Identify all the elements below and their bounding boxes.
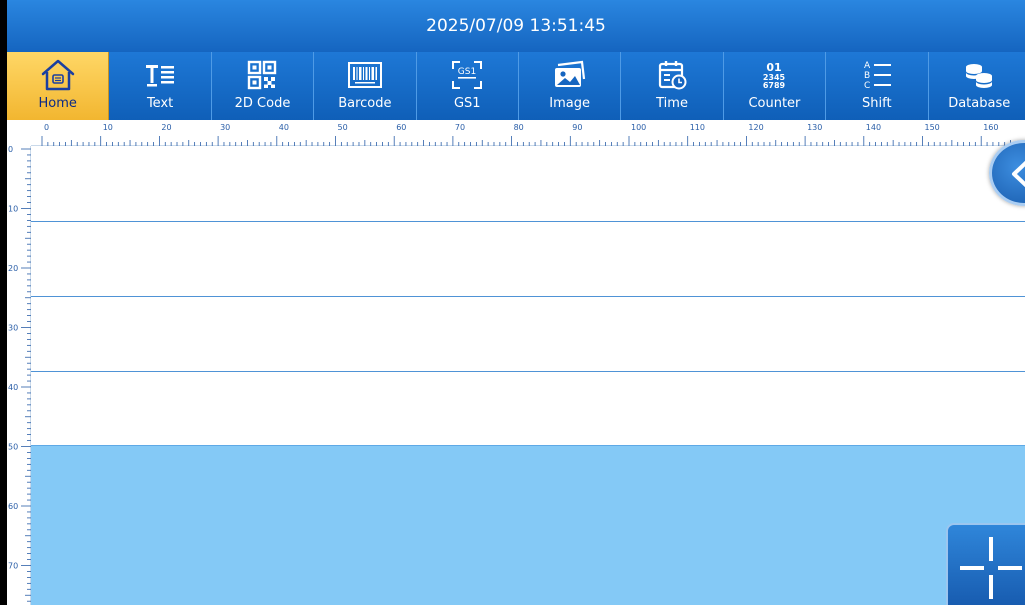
- tab-home[interactable]: Home: [7, 52, 110, 120]
- tab-label: Image: [549, 96, 590, 111]
- toolbar: Home Text 2D Code Barcode GS1 GS1 Image …: [7, 52, 1025, 120]
- calendar-clock-icon: [656, 55, 688, 95]
- printer-editor-app: 2025/07/09 13:51:45 Home Text 2D Code Ba…: [7, 0, 1025, 605]
- tab-barcode[interactable]: Barcode: [314, 52, 417, 120]
- move-position-button[interactable]: [946, 523, 1025, 605]
- ruler-label: 50: [338, 123, 348, 132]
- ruler-label: 60: [8, 502, 18, 511]
- tab-label: Counter: [748, 96, 801, 111]
- text-icon: [143, 55, 177, 95]
- svg-text:6789: 6789: [763, 81, 786, 90]
- tab-label: Shift: [862, 96, 892, 111]
- ruler-label: 30: [8, 324, 18, 333]
- tab-label: Barcode: [338, 96, 392, 111]
- crosshair-icon: [948, 525, 1025, 605]
- ruler-label: 130: [807, 123, 822, 132]
- ruler-label: 0: [44, 123, 49, 132]
- tab-time[interactable]: Time: [621, 52, 724, 120]
- vertical-ruler: 0 10 20 30 40 50 60 70: [7, 145, 31, 605]
- tab-gs1[interactable]: GS1 GS1: [417, 52, 519, 120]
- tab-2d-code[interactable]: 2D Code: [212, 52, 315, 120]
- ruler-corner: [7, 120, 31, 146]
- guide-line: [31, 221, 1025, 222]
- ruler-label: 10: [8, 205, 18, 214]
- tab-shift[interactable]: A B C Shift: [826, 52, 929, 120]
- svg-text:C: C: [864, 81, 870, 91]
- tab-label: Home: [38, 96, 77, 111]
- ruler-label: 20: [8, 264, 18, 273]
- image-icon: [552, 55, 588, 95]
- qr-code-icon: [246, 55, 278, 95]
- chevron-left-icon: [1002, 151, 1025, 201]
- svg-text:GS1: GS1: [458, 67, 476, 77]
- ruler-label: 100: [631, 123, 646, 132]
- ruler-label: 40: [8, 383, 18, 392]
- tab-label: Text: [146, 96, 174, 111]
- barcode-icon: [347, 55, 383, 95]
- ruler-label: 110: [690, 123, 705, 132]
- database-icon: [962, 55, 996, 95]
- ruler-label: 140: [866, 123, 881, 132]
- tab-label: 2D Code: [234, 96, 291, 111]
- tab-text[interactable]: Text: [109, 52, 212, 120]
- tab-database[interactable]: Database: [929, 52, 1025, 120]
- ruler-label: 150: [925, 123, 940, 132]
- ruler-label: 20: [161, 123, 171, 132]
- gs1-icon: GS1: [450, 55, 484, 95]
- ruler-label: 50: [8, 443, 18, 452]
- guide-line: [31, 296, 1025, 297]
- home-icon: [38, 55, 78, 95]
- svg-text:A: A: [864, 61, 871, 71]
- ruler-label: 70: [455, 123, 465, 132]
- horizontal-ruler: 0 10 20 30 40 50 60 70 80 90 100 110 120 130 140 150 160: [31, 120, 1025, 146]
- svg-text:B: B: [864, 71, 870, 81]
- tab-counter[interactable]: 01 2345 6789 Counter: [724, 52, 827, 120]
- tab-label: Database: [948, 96, 1011, 111]
- ruler-label: 10: [103, 123, 113, 132]
- datetime-display: 2025/07/09 13:51:45: [7, 0, 1025, 52]
- counter-icon: 01 2345 6789: [756, 55, 792, 95]
- ruler-label: 80: [514, 123, 524, 132]
- ruler-label: 40: [279, 123, 289, 132]
- tab-label: Time: [656, 96, 688, 111]
- guide-line: [31, 371, 1025, 372]
- ruler-label: 70: [8, 562, 18, 571]
- non-print-area: [31, 445, 1025, 605]
- ruler-label: 60: [396, 123, 406, 132]
- tab-label: GS1: [453, 96, 481, 111]
- tab-image[interactable]: Image: [519, 52, 622, 120]
- shift-list-icon: A B C: [859, 55, 895, 95]
- ruler-label: 30: [220, 123, 230, 132]
- ruler-label: 120: [748, 123, 763, 132]
- ruler-label: 90: [572, 123, 582, 132]
- ruler-label: 0: [8, 146, 13, 154]
- ruler-label: 160: [983, 123, 998, 132]
- print-canvas[interactable]: [31, 146, 1025, 605]
